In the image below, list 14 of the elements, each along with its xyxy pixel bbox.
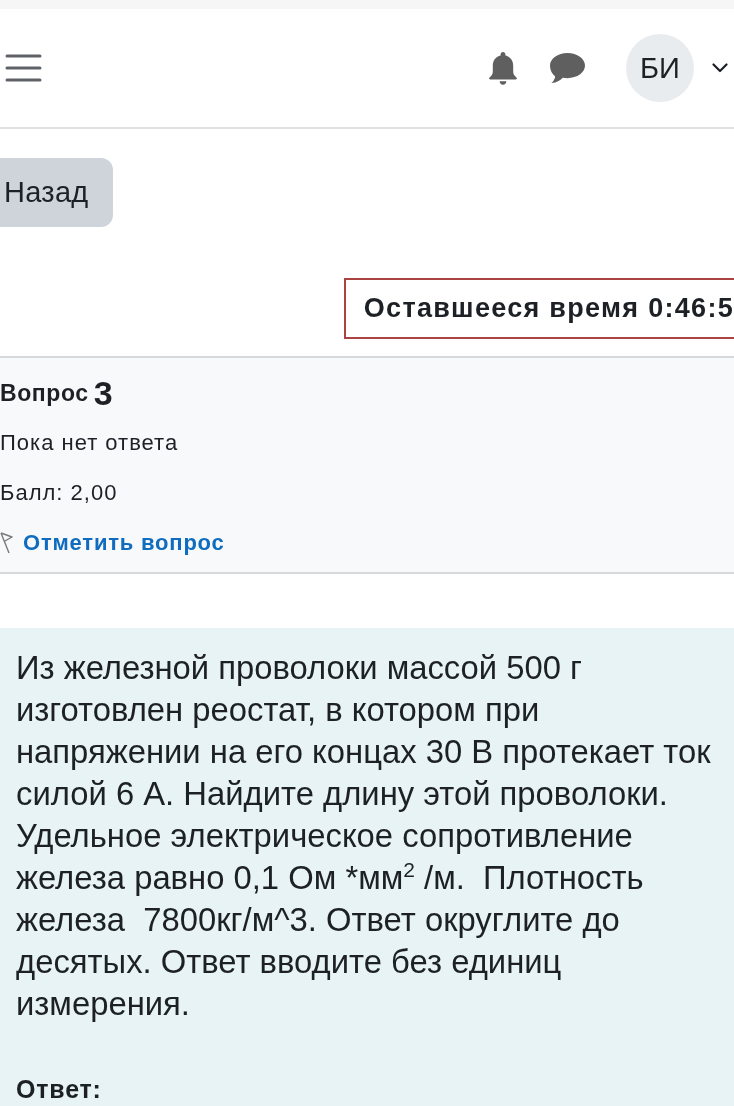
flag-question-link[interactable]: Отметить вопрос (23, 530, 225, 556)
question-mark-text: Балл: 2,00 (0, 479, 118, 507)
chat-icon[interactable] (550, 53, 585, 83)
chevron-down-icon[interactable] (712, 63, 728, 73)
answer-label: Ответ: (16, 1075, 102, 1104)
flag-icon[interactable] (0, 532, 13, 554)
question-status-text: Пока нет ответа (0, 429, 179, 457)
bell-icon[interactable] (488, 51, 518, 85)
menu-icon[interactable] (5, 53, 42, 83)
question-number-title: Вопрос 3 (0, 372, 113, 414)
time-left-timer: Оставшееся время 0:46:5 (343, 278, 734, 339)
user-avatar[interactable]: БИ (626, 34, 694, 102)
question-text: Из железной проволоки массой 500 г изготовлен реостат, в котором при напряжении на его концах 30 В протекает ток силой 6 А. Найдите длину этой проволоки. Удельное электрическое сопротивление железа равно 0,1 Ом *мм$^{2}$ /м. Плотность железа 7800кг/м^3. Ответ округлите до десятых. Ответ вводите без единиц измерения. (16, 648, 712, 1024)
back-button[interactable]: Назад (0, 158, 113, 227)
